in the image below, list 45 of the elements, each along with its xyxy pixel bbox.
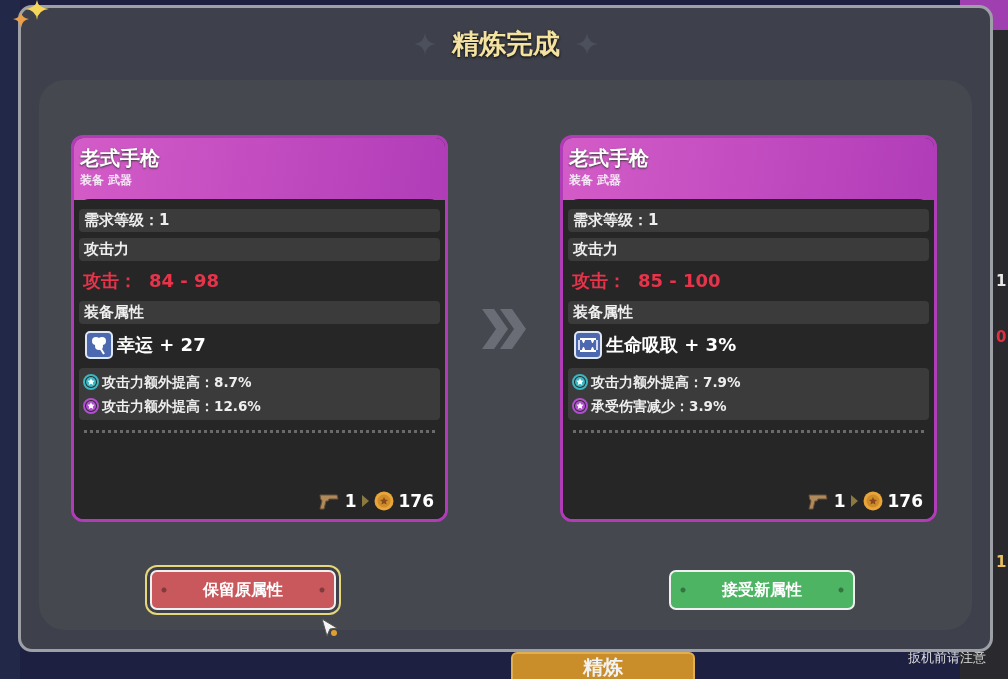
- item-count: 1: [344, 491, 357, 511]
- sub-attribute: 攻击力额外提高：12.6%: [102, 397, 261, 415]
- star-badge-icon: [83, 374, 99, 390]
- arrow-icon: [850, 495, 858, 507]
- item-count: 1: [833, 491, 846, 511]
- main-attribute: 生命吸取 + 3%: [606, 333, 737, 357]
- section-header: 装备属性: [79, 301, 440, 324]
- coin-icon: [862, 491, 883, 511]
- cursor-icon: [321, 618, 339, 638]
- section-header: 攻击力: [568, 238, 929, 261]
- item-type: 装备 武器: [569, 172, 622, 188]
- sub-attribute: 攻击力额外提高：8.7%: [102, 373, 252, 391]
- arrow-icon: [361, 495, 369, 507]
- background-text: 1: [996, 553, 1007, 571]
- item-price: 176: [887, 491, 923, 511]
- sub-attribute: 承受伤害减少：3.9%: [591, 397, 727, 415]
- double-chevron-icon: [480, 306, 528, 351]
- attack-label: 攻击：: [572, 269, 626, 293]
- clover-icon: [85, 331, 113, 359]
- background-text: 0: [996, 328, 1007, 346]
- main-attribute: 幸运 + 27: [117, 333, 206, 357]
- fangs-icon: [574, 331, 602, 359]
- background-text: 1: [996, 272, 1007, 290]
- item-type: 装备 武器: [80, 172, 133, 188]
- pistol-icon: [806, 491, 829, 511]
- level-requirement: 需求等级：1: [79, 209, 440, 232]
- item-name: 老式手枪: [569, 146, 649, 170]
- item-price: 176: [398, 491, 434, 511]
- attack-value: 84 - 98: [149, 269, 220, 293]
- coin-icon: [373, 491, 394, 511]
- refine-tab[interactable]: 精炼: [511, 652, 695, 679]
- pistol-icon: [317, 491, 340, 511]
- accept-button[interactable]: 接受新属性: [669, 570, 855, 610]
- section-header: 装备属性: [568, 301, 929, 324]
- dialog-title: 精炼完成: [451, 27, 560, 61]
- sub-attribute: 攻击力额外提高：7.9%: [591, 373, 741, 391]
- item-name: 老式手枪: [80, 146, 160, 170]
- level-requirement: 需求等级：1: [568, 209, 929, 232]
- background-text: 扳机前请注意: [908, 650, 986, 666]
- star-badge-icon: [572, 398, 588, 414]
- attack-label: 攻击：: [83, 269, 137, 293]
- star-badge-icon: [83, 398, 99, 414]
- section-header: 攻击力: [79, 238, 440, 261]
- star-badge-icon: [572, 374, 588, 390]
- attack-value: 85 - 100: [638, 269, 721, 293]
